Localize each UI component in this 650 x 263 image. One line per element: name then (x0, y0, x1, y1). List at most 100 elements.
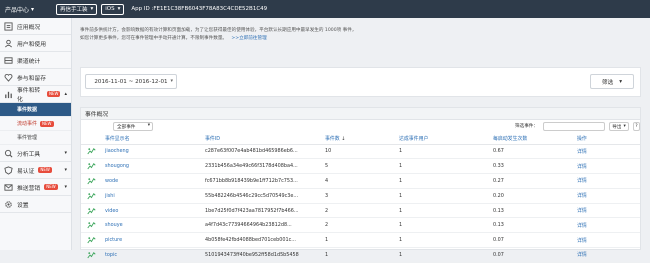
filter-events-input[interactable] (543, 122, 605, 131)
event-name-link[interactable]: shougong (105, 163, 129, 169)
column-header-users[interactable]: 达成事件用户 (399, 133, 493, 145)
sidebar-item-analysis[interactable]: 分析工具 ▾ (0, 145, 71, 162)
details-link[interactable]: 详情 (577, 178, 587, 184)
event-id-cell: 2331b456a34e49c66f3178d408ba4... (205, 158, 325, 175)
chevron-down-icon: ▾ (64, 150, 67, 156)
event-name-link[interactable]: jishi (105, 193, 115, 199)
filter-events-label: 筛选事件： (515, 124, 538, 129)
manage-link[interactable]: >>立即前往管理 (231, 36, 266, 41)
help-button[interactable]: ? (633, 122, 640, 131)
sidebar-item-verify[interactable]: 易认证 NEW ▾ (0, 162, 71, 179)
event-chart-icon (81, 158, 105, 175)
channel-icon (4, 56, 13, 65)
details-link[interactable]: 详情 (577, 149, 587, 155)
sidebar-item-label: 易认证 (17, 168, 35, 175)
main-content: 事件前多供统计方，会影响数据的有效计算和页面加载，为了让您获得最佳的使用体验，平… (72, 18, 650, 263)
event-name-link[interactable]: jiaocheng (105, 148, 129, 154)
sidebar-item-label: 用户和使用 (17, 41, 46, 48)
event-name-cell: picture (105, 232, 205, 249)
event-count-cell: 3 (325, 188, 399, 204)
sidebar-subitem-label: 事件管理 (17, 135, 38, 141)
date-range-picker[interactable]: 2016-11-01 ~ 2016-12-01 ▾ (85, 74, 177, 89)
event-users-cell: 1 (399, 144, 493, 160)
event-name-link[interactable]: shouye (105, 222, 123, 228)
event-name-link[interactable]: topic (105, 252, 117, 258)
details-link[interactable]: 详情 (577, 208, 587, 214)
sidebar-item-events[interactable]: 事件和转化 NEW ▴ (0, 86, 71, 103)
icon-header (81, 133, 105, 145)
event-users-cell: 1 (399, 232, 493, 249)
chevron-down-icon: ▾ (619, 78, 622, 85)
sidebar-item-push[interactable]: 推送营销 NEW ▾ (0, 179, 71, 196)
column-header-count[interactable]: 事件数 ↓ (325, 133, 399, 145)
verify-icon (4, 165, 13, 175)
product-center-label: 产品中心 (5, 6, 30, 14)
sidebar-subitem-flow-events[interactable]: 流动事件 NEW (0, 117, 71, 131)
event-overview-panel: 事件概况 全部事件 ▾ 筛选事件： 导出 ▾ ? 事件显示名 事件ID 事件数 ↓… (80, 107, 641, 263)
event-name-link[interactable]: picture (105, 237, 122, 243)
event-icon (4, 90, 13, 99)
details-link[interactable]: 详情 (577, 193, 587, 199)
new-badge: NEW (38, 167, 52, 173)
users-icon (4, 39, 13, 48)
event-name-cell: jiaocheng (105, 144, 205, 160)
column-header-name[interactable]: 事件显示名 (105, 133, 205, 145)
event-avg-cell: 0.13 (493, 203, 577, 219)
event-name-cell: jishi (105, 188, 205, 204)
details-link[interactable]: 详情 (577, 238, 587, 244)
new-badge: NEW (47, 91, 61, 97)
sidebar-subitem-event-data[interactable]: 事件数据 (0, 103, 71, 117)
notice-line-2-wrap: 如您计算更多事件，您可在事件管理中手动开通计算，不限制事件数量。 >>立即前往管… (80, 35, 640, 43)
sidebar-item-settings[interactable]: 设置 (0, 196, 71, 213)
new-badge: NEW (44, 184, 58, 190)
app-selector[interactable]: 再信手工装 ▾ (56, 3, 98, 15)
sidebar-item-label: 分析工具 (17, 151, 41, 158)
sidebar-item-users[interactable]: 用户和使用 (0, 35, 71, 52)
filter-button[interactable]: 筛选 ▾ (590, 74, 634, 89)
details-link[interactable]: 详情 (577, 164, 587, 170)
chevron-down-icon: ▾ (117, 6, 121, 12)
event-avg-cell: 0.20 (493, 188, 577, 204)
export-button[interactable]: 导出 ▾ (609, 122, 629, 131)
event-name-link[interactable]: video (105, 208, 118, 214)
platform-name: iOS (105, 6, 115, 12)
panel-title: 事件概况 (81, 108, 640, 120)
event-users-cell: 1 (399, 173, 493, 189)
details-link[interactable]: 详情 (577, 223, 587, 229)
event-count-cell: 2 (325, 217, 399, 234)
chevron-down-icon: ▾ (147, 123, 150, 128)
sidebar-subitem-event-management[interactable]: 事件管理 (0, 131, 71, 145)
events-table: 事件显示名 事件ID 事件数 ↓ 达成事件用户 每启动发生次数 操作 jiaoc… (81, 133, 640, 263)
event-chart-icon (81, 188, 105, 204)
column-header-id[interactable]: 事件ID (205, 133, 325, 145)
table-row: video 1be7d25f0d7f423aa7817952f7b466... 2 1… (81, 203, 640, 219)
details-link[interactable]: 详情 (577, 252, 587, 258)
event-id-cell: 55b482246b4546c29cc5d70549c3e... (205, 188, 325, 204)
sidebar-item-app-overview[interactable]: 应用概况 (0, 18, 71, 35)
chevron-down-icon: ▾ (90, 6, 94, 12)
notice-text: 事件前多供统计方，会影响数据的有效计算和页面加载，为了让您获得最佳的使用体验，平… (80, 27, 640, 42)
event-users-cell: 1 (399, 217, 493, 234)
event-name-cell: shougong (105, 158, 205, 175)
column-header-avg[interactable]: 每启动发生次数 (493, 133, 577, 145)
app-name: 再信手工装 (60, 7, 88, 13)
event-id-cell: c287e63f007e4ab481bd465986eb6... (205, 144, 325, 160)
chevron-down-icon: ▾ (64, 184, 67, 190)
sidebar-item-label: 渠道统计 (17, 58, 41, 65)
table-row: shougong 2331b456a34e49c66f3178d408ba4...… (81, 158, 640, 175)
action-cell: 详情 (577, 158, 640, 175)
chevron-up-icon: ▴ (64, 91, 67, 97)
sidebar-subitem-label: 流动事件 (17, 121, 38, 127)
notice-line-1: 事件前多供统计方，会影响数据的有效计算和页面加载，为了让您获得最佳的使用体验，平… (80, 28, 357, 33)
platform-selector[interactable]: iOS ▾ (101, 3, 125, 15)
event-category-select[interactable]: 全部事件 ▾ (113, 122, 153, 131)
product-center-menu[interactable]: 产品中心 ▾ (0, 5, 56, 14)
event-name-cell: wode (105, 173, 205, 189)
top-bar: 产品中心 ▾ 再信手工装 ▾ iOS ▾ App ID :FE1E1C38FB6043… (0, 0, 650, 18)
column-header-action: 操作 (577, 133, 640, 145)
table-row: wode fc671bb8b918439b9e1ff712b7c753... 4 1 0… (81, 173, 640, 189)
sidebar-item-retention[interactable]: 参与和留存 (0, 69, 71, 86)
chevron-down-icon: ▾ (31, 5, 35, 13)
sidebar-item-channel[interactable]: 渠道统计 (0, 52, 71, 69)
event-name-link[interactable]: wode (105, 178, 118, 184)
